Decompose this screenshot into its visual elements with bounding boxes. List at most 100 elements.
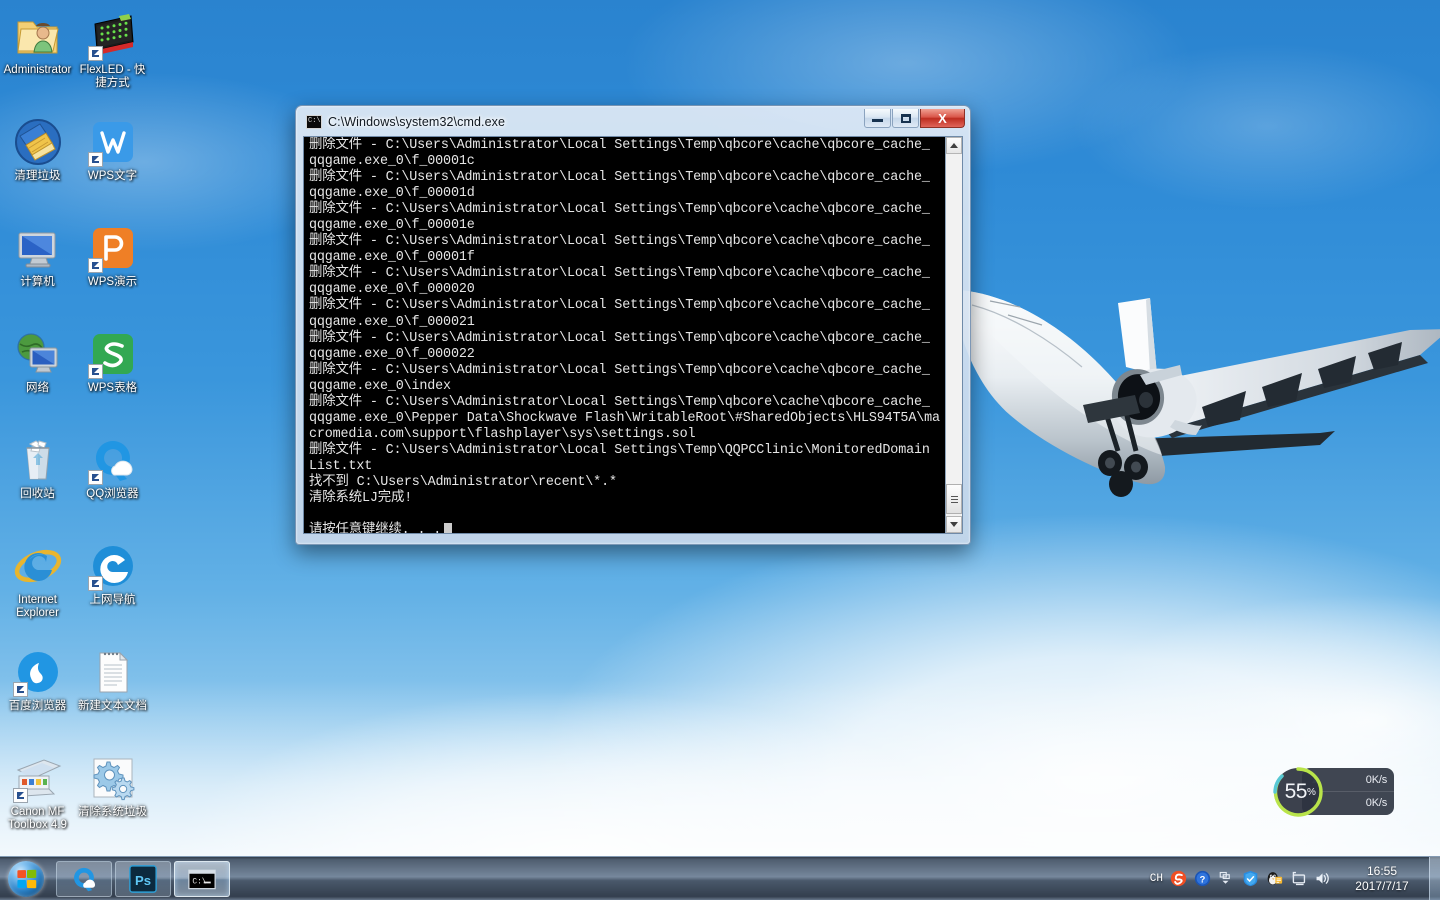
shortcut-overlay-icon	[87, 576, 103, 591]
scrollbar-thumb[interactable]	[946, 484, 962, 514]
show-hidden-icons-icon[interactable]	[1218, 870, 1235, 887]
shortcut-overlay-icon	[87, 152, 103, 167]
desktop-icon-wps-spreadsheet[interactable]: WPS表格	[75, 326, 150, 432]
shortcut-overlay-icon	[87, 364, 103, 379]
svg-text:Ps: Ps	[135, 873, 151, 888]
desktop-icon-baidu-browser[interactable]: 百度浏览器	[0, 644, 75, 750]
taskbar-item-cmd[interactable]: C:\	[174, 860, 230, 897]
shortcut-overlay-icon	[12, 682, 28, 697]
cmd-icon: C:\	[188, 869, 216, 889]
network-monitor-icon[interactable]	[1290, 870, 1307, 887]
broom-cleanup-icon	[14, 118, 62, 166]
computer-icon	[14, 224, 62, 272]
desktop-icon-grid: Administrator FlexLED - 快捷方式 清理垃圾 WPS文字 …	[0, 8, 160, 856]
desktop-icon-label: 清理垃圾	[14, 170, 61, 182]
user-folder-icon	[14, 12, 62, 60]
desktop-icon-label: Administrator	[3, 64, 72, 76]
desktop-icon-label: WPS演示	[87, 276, 138, 288]
clock-time: 16:55	[1366, 863, 1398, 878]
language-indicator[interactable]: CH	[1150, 873, 1163, 885]
desktop-icon-wps-writer[interactable]: WPS文字	[75, 114, 150, 220]
show-desktop-button[interactable]	[1429, 856, 1440, 900]
desktop-icon-network[interactable]: 网络	[0, 326, 75, 432]
desktop-icon-label: 清除系统垃圾	[78, 806, 147, 818]
taskbar-item-photoshop[interactable]: Ps	[115, 860, 171, 897]
cmd-window-title: C:\Windows\system32\cmd.exe	[328, 114, 506, 129]
baidu-browser-icon	[12, 648, 62, 697]
desktop-icon-label: Canon MF Toolbox 4.9	[8, 806, 67, 831]
close-button[interactable]: X	[920, 109, 965, 128]
internet-explorer-icon	[14, 542, 62, 590]
maximize-button[interactable]	[892, 109, 919, 128]
sogou-input-icon[interactable]	[1170, 870, 1187, 887]
desktop-icon-new-text-document[interactable]: 新建文本文档	[75, 644, 150, 750]
cmd-titlebar[interactable]: C:\ C:\Windows\system32\cmd.exe X	[299, 109, 967, 134]
cpu-percent-unit: %	[1306, 786, 1316, 798]
desktop-icon-computer[interactable]: 计算机	[0, 220, 75, 326]
desktop-icon-label: 上网导航	[89, 594, 136, 606]
network-speed-widget[interactable]: 0K/s 0K/s 55%	[1272, 766, 1394, 818]
recycle-bin-icon	[14, 436, 62, 484]
desktop-icon-clean-junk[interactable]: 清理垃圾	[0, 114, 75, 220]
desktop-icon-label: 回收站	[20, 488, 55, 500]
upload-speed-value: 0K/s	[1365, 773, 1387, 786]
console-text-body: 删除文件 - C:\Users\Administrator\Local Sett…	[309, 138, 940, 533]
desktop-icon-internet-explorer[interactable]: Internet Explorer	[0, 538, 75, 644]
download-speed-value: 0K/s	[1365, 797, 1387, 809]
desktop-icon-label: 计算机	[20, 276, 55, 288]
taskbar[interactable]: Ps C:\ CH ? 16:55 2017/7/17	[0, 856, 1440, 900]
desktop-icon-flexled[interactable]: FlexLED - 快捷方式	[75, 8, 150, 114]
window-controls: X	[863, 109, 965, 128]
desktop-icon-recycle-bin[interactable]: 回收站	[0, 432, 75, 538]
desktop-icon-label: Internet Explorer	[16, 594, 59, 619]
gears-cleanup-icon	[89, 754, 137, 802]
desktop-icon-label: WPS文字	[87, 170, 138, 182]
photoshop-icon: Ps	[129, 864, 157, 893]
desktop-icon-label: 网络	[26, 382, 49, 394]
desktop-icon-clear-system-junk[interactable]: 清除系统垃圾	[75, 750, 150, 856]
shortcut-overlay-icon	[87, 46, 103, 61]
scrollbar-track[interactable]	[946, 154, 962, 516]
volume-speaker-icon[interactable]	[1314, 870, 1331, 887]
taskbar-clock[interactable]: 16:55 2017/7/17	[1339, 864, 1425, 894]
minimize-button[interactable]	[864, 109, 891, 128]
tray-icon-list: CH ?	[1142, 870, 1339, 887]
desktop-icon-wps-presentation[interactable]: WPS演示	[75, 220, 150, 326]
desktop-icon-administrator[interactable]: Administrator	[0, 8, 75, 114]
wps-spreadsheet-icon	[87, 330, 137, 379]
airplane-wallpaper-image	[956, 290, 1440, 497]
svg-text:?: ?	[1200, 874, 1206, 884]
cmd-console-output: 删除文件 - C:\Users\Administrator\Local Sett…	[304, 137, 945, 533]
desktop-icon-label: WPS表格	[87, 382, 138, 394]
scrollbar-down-button[interactable]	[946, 516, 962, 533]
start-button[interactable]	[1, 858, 51, 900]
console-cursor	[444, 523, 453, 533]
scrollbar-up-button[interactable]	[946, 137, 962, 154]
network-icon	[14, 330, 62, 378]
cmd-icon: C:\	[306, 114, 322, 129]
taskbar-item-qq-browser[interactable]	[56, 860, 112, 897]
help-question-icon[interactable]: ?	[1194, 870, 1211, 887]
desktop-icon-label: FlexLED - 快捷方式	[79, 64, 146, 89]
canon-mf-toolbox-icon	[12, 754, 62, 803]
tencent-pc-manager-icon[interactable]	[1242, 870, 1259, 887]
cpu-usage-percent: 55%	[1272, 766, 1328, 818]
desktop-icon-qq-browser[interactable]: QQ浏览器	[75, 432, 150, 538]
qq-penguin-icon[interactable]	[1266, 870, 1283, 887]
shortcut-overlay-icon	[12, 788, 28, 803]
desktop-icon-label: QQ浏览器	[86, 488, 139, 500]
cmd-window[interactable]: C:\ C:\Windows\system32\cmd.exe X 删除文件 -…	[295, 105, 971, 545]
shortcut-overlay-icon	[87, 470, 103, 485]
cmd-client-area[interactable]: 删除文件 - C:\Users\Administrator\Local Sett…	[303, 136, 963, 534]
qq-browser-icon	[87, 436, 137, 485]
clock-date: 2017/7/17	[1355, 878, 1409, 893]
wps-presentation-icon	[87, 224, 137, 273]
desktop-icon-canon-mf-toolbox[interactable]: Canon MF Toolbox 4.9	[0, 750, 75, 856]
windows-logo-icon	[8, 860, 44, 897]
taskbar-task-list: Ps C:\	[56, 860, 230, 897]
text-document-icon	[89, 648, 137, 696]
desktop-icon-web-navigation[interactable]: 上网导航	[75, 538, 150, 644]
system-tray: CH ? 16:55 2017/7/17	[1142, 856, 1440, 900]
wps-writer-icon	[87, 118, 137, 167]
cmd-vertical-scrollbar[interactable]	[945, 137, 962, 533]
